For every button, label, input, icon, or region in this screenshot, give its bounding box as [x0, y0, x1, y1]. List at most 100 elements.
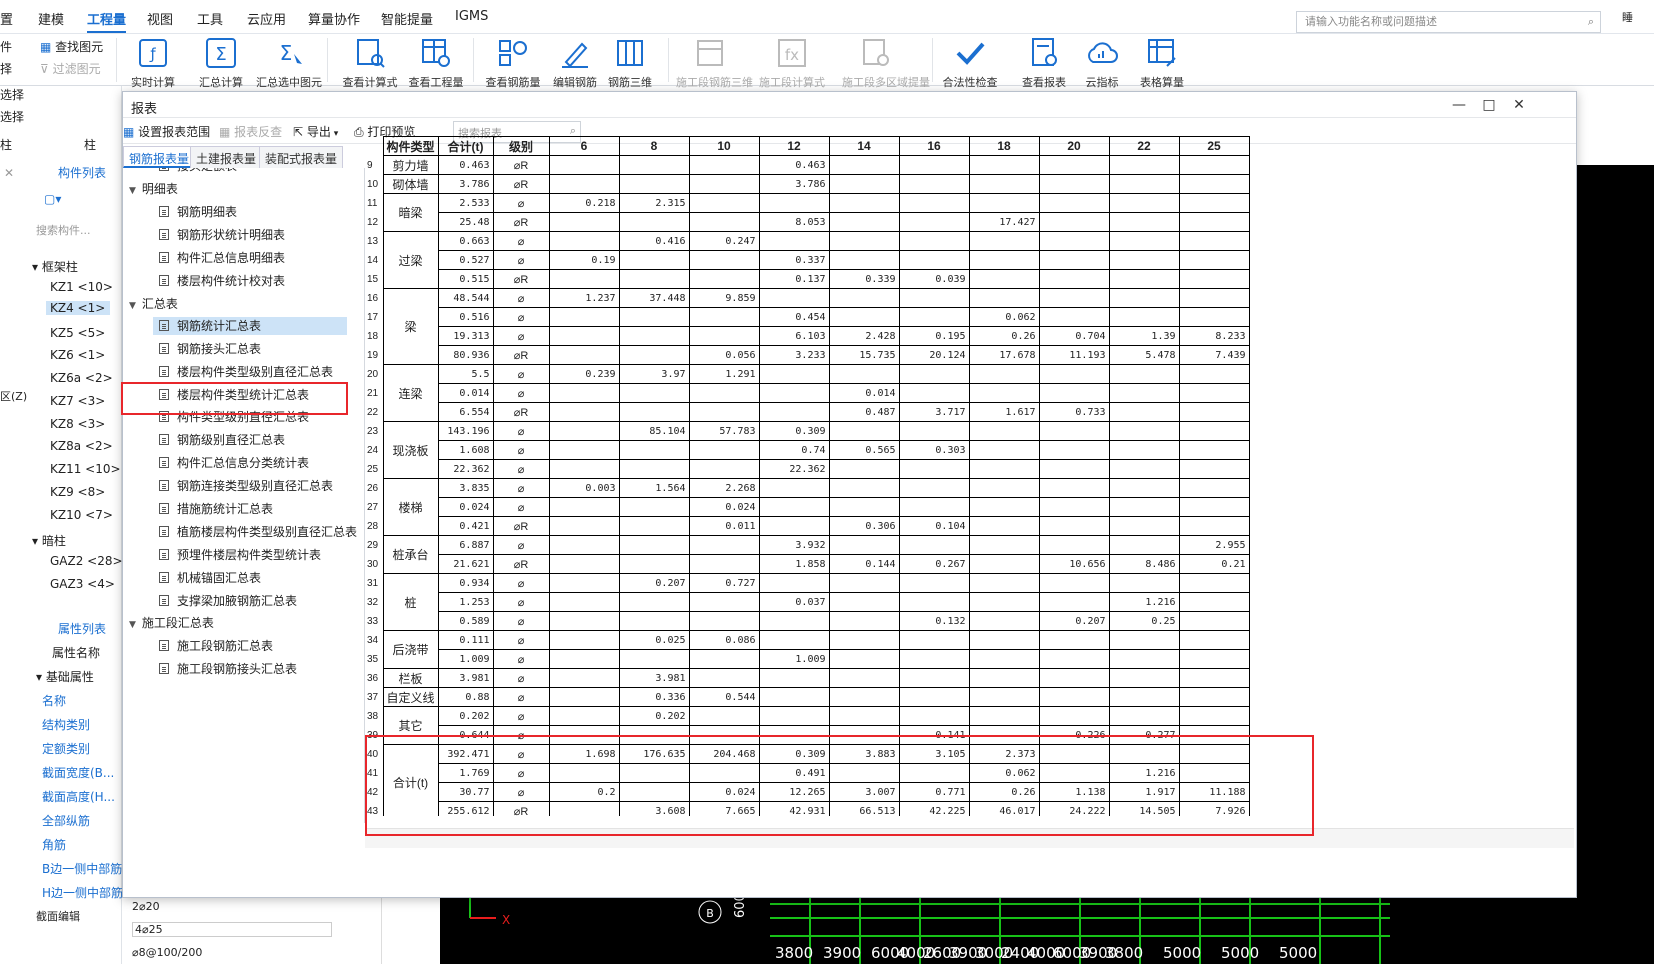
list-item[interactable]: KZ8 <3> [50, 417, 105, 431]
function-search-input[interactable]: 请输入功能名称或问题描述 ⌕ [1296, 11, 1601, 33]
tree-item[interactable]: 植筋楼层构件类型级别直径汇总表 [159, 523, 357, 541]
diameter-value-cell[interactable] [1178, 573, 1250, 593]
component-type-cell[interactable]: 砌体墙 [382, 174, 439, 194]
diameter-value-cell[interactable] [688, 174, 760, 194]
diameter-value-cell[interactable]: 7.439 [1178, 345, 1250, 365]
diameter-value-cell[interactable] [1178, 649, 1250, 669]
total-cell[interactable]: 0.111 [437, 630, 494, 650]
diameter-value-cell[interactable] [1178, 383, 1250, 403]
diameter-value-cell[interactable] [898, 231, 970, 251]
column-header[interactable]: 6 [548, 136, 620, 156]
diameter-value-cell[interactable]: 0.056 [688, 345, 760, 365]
total-cell[interactable]: 19.313 [437, 326, 494, 346]
diameter-value-cell[interactable] [548, 421, 620, 441]
diameter-value-cell[interactable]: 0.733 [1038, 402, 1110, 422]
diameter-value-cell[interactable] [828, 364, 900, 384]
diameter-value-cell[interactable] [758, 687, 830, 707]
diameter-value-cell[interactable] [1108, 212, 1180, 232]
stage-rebar-3d-button[interactable]: 施工段钢筋三维 [676, 36, 753, 89]
column-header[interactable]: 18 [968, 136, 1040, 156]
list-item[interactable]: KZ9 <8> [50, 485, 105, 499]
diameter-value-cell[interactable]: 3.932 [758, 535, 830, 555]
diameter-value-cell[interactable]: 0.487 [828, 402, 900, 422]
list-item[interactable]: KZ4 <1> [46, 301, 110, 315]
total-cell[interactable]: 0.589 [437, 611, 494, 631]
drawing-canvas[interactable]: B X 6000 3800 3900 6000 4000 2600 3900 3000 240… [440, 898, 1654, 964]
tree-item[interactable]: 机械锚固汇总表 [159, 569, 261, 587]
table-row[interactable]: 9 剪力墙 0.463 ⌀R 0.463 [365, 155, 1250, 175]
diameter-value-cell[interactable] [618, 592, 690, 612]
diameter-value-cell[interactable] [1108, 687, 1180, 707]
grade-cell[interactable]: ⌀R [492, 516, 550, 536]
diameter-value-cell[interactable]: 0.337 [758, 250, 830, 270]
select-option-2[interactable]: 选择 [0, 108, 24, 125]
diameter-value-cell[interactable] [548, 269, 620, 289]
diameter-value-cell[interactable] [758, 402, 830, 422]
diameter-value-cell[interactable]: 0.144 [828, 554, 900, 574]
export-button[interactable]: ⇱ 导出 ▾ [293, 123, 338, 140]
sort-label[interactable]: 柱 [84, 136, 96, 153]
grade-cell[interactable]: ⌀R [492, 269, 550, 289]
table-row[interactable]: 38 其它 0.202 ⌀ 0.202 [365, 706, 1250, 745]
diameter-value-cell[interactable]: 0.565 [828, 440, 900, 460]
menu-item-quantity[interactable]: 工程量 [87, 9, 127, 33]
diameter-value-cell[interactable] [968, 193, 1040, 213]
diameter-value-cell[interactable] [968, 288, 1040, 308]
grade-cell[interactable]: ⌀ [492, 383, 550, 403]
diameter-value-cell[interactable]: 0.037 [758, 592, 830, 612]
group-frame-column[interactable]: ▾ 框架柱 [32, 258, 78, 275]
diameter-value-cell[interactable]: 0.25 [1108, 611, 1180, 631]
grade-cell[interactable]: ⌀ [492, 592, 550, 612]
diameter-value-cell[interactable] [548, 383, 620, 403]
menu-item-smart[interactable]: 智能提量 [381, 9, 433, 28]
diameter-value-cell[interactable] [1178, 478, 1250, 498]
diameter-value-cell[interactable] [688, 554, 760, 574]
component-type-cell[interactable]: 后浇带 [382, 630, 439, 669]
grade-cell[interactable]: ⌀ [492, 326, 550, 346]
diameter-value-cell[interactable] [688, 592, 760, 612]
diameter-value-cell[interactable] [688, 706, 760, 726]
list-item[interactable]: GAZ2 <28> [50, 554, 123, 568]
grade-cell[interactable]: ⌀ [492, 497, 550, 517]
total-cell[interactable]: 3.981 [437, 668, 494, 688]
tree-item[interactable]: 钢筋级别直径汇总表 [159, 431, 285, 449]
set-range-button[interactable]: ▦ 设置报表范围 [123, 123, 210, 140]
total-cell[interactable]: 6.554 [437, 402, 494, 422]
total-cell[interactable]: 0.934 [437, 573, 494, 593]
diameter-value-cell[interactable] [688, 307, 760, 327]
total-cell[interactable]: 0.463 [437, 155, 494, 175]
diameter-value-cell[interactable]: 3.786 [758, 174, 830, 194]
diameter-value-cell[interactable]: 0.195 [898, 326, 970, 346]
section-edit-tab[interactable]: 截面编辑 [36, 908, 80, 924]
table-row[interactable]: 17 0.516 ⌀ 0.454 0.062 [365, 307, 1250, 327]
ribbon-small-2[interactable]: 择 [0, 60, 12, 77]
diameter-value-cell[interactable] [1038, 516, 1110, 536]
table-row[interactable]: 19 80.936 ⌀R 0.056 3.233 15.735 20.124 17.678 11… [365, 345, 1250, 365]
total-cell[interactable]: 2.533 [437, 193, 494, 213]
list-item[interactable]: KZ1 <10> [50, 280, 113, 294]
diameter-value-cell[interactable] [618, 383, 690, 403]
component-list-tab[interactable]: 构件列表 [58, 164, 106, 181]
diameter-value-cell[interactable] [1108, 193, 1180, 213]
diameter-value-cell[interactable] [968, 630, 1040, 650]
diameter-value-cell[interactable] [1038, 649, 1110, 669]
diameter-value-cell[interactable]: 0.202 [618, 706, 690, 726]
total-cell[interactable]: 1.253 [437, 592, 494, 612]
prop-value-b-side[interactable]: 2⌀20 [132, 900, 160, 913]
diameter-value-cell[interactable]: 0.011 [688, 516, 760, 536]
diameter-value-cell[interactable] [898, 592, 970, 612]
prop-all-rebar[interactable]: 全部纵筋 [42, 812, 90, 829]
grade-cell[interactable]: ⌀ [492, 421, 550, 441]
diameter-value-cell[interactable] [618, 497, 690, 517]
diameter-value-cell[interactable] [828, 706, 900, 726]
diameter-value-cell[interactable] [968, 174, 1040, 194]
diameter-value-cell[interactable] [1038, 440, 1110, 460]
grade-cell[interactable]: ⌀ [492, 288, 550, 308]
diameter-value-cell[interactable] [548, 687, 620, 707]
diameter-value-cell[interactable] [618, 440, 690, 460]
total-cell[interactable]: 0.527 [437, 250, 494, 270]
grade-cell[interactable]: ⌀ [492, 250, 550, 270]
diameter-value-cell[interactable] [1178, 231, 1250, 251]
menu-item-collab[interactable]: 算量协作 [308, 9, 360, 28]
prop-name[interactable]: 名称 [42, 692, 66, 709]
